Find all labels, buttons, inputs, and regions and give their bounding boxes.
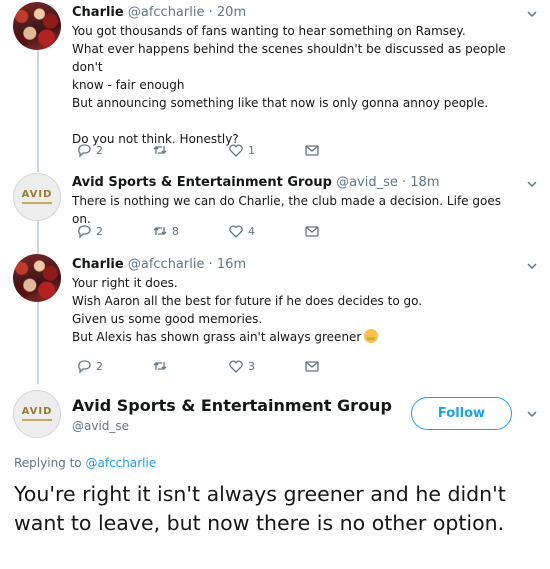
like-count: 3 [248,359,255,373]
tweet-line: Given us some good memories. [72,312,263,326]
author-handle[interactable]: @afccharlie [128,257,205,272]
author-handle[interactable]: @avid_se [336,175,398,190]
retweet-icon [153,227,167,235]
timestamp[interactable]: 20m [217,5,246,20]
avatar[interactable]: AVID [13,173,61,221]
logo-underline [22,202,52,204]
like-button[interactable]: 1 [228,140,304,160]
envelope-icon [305,226,319,237]
heart-icon [229,360,243,373]
dm-button[interactable] [304,356,380,376]
dm-button[interactable] [304,221,380,241]
chevron-down-icon[interactable] [526,408,538,420]
tweet-line: But Alexis has shown grass ain't always … [72,328,522,346]
smirk-emoji-icon [364,329,379,343]
avatar[interactable] [13,254,61,302]
reply-count: 2 [96,143,103,157]
tweet-line-text: But Alexis has shown grass ain't always … [72,330,362,344]
tweet-line: Wish Aaron all the best for future if he… [72,294,423,308]
chevron-down-icon[interactable] [526,8,538,20]
avatar[interactable] [13,2,61,50]
follow-button[interactable]: Follow [411,397,512,430]
tweet-header: Avid Sports & Entertainment Group @avid_… [72,175,440,190]
reply-icon [78,225,91,239]
retweet-button[interactable] [152,356,228,376]
dm-button[interactable] [304,140,380,160]
separator-dot: · [402,175,407,190]
author-handle[interactable]: @afccharlie [128,5,205,20]
reply-icon [78,144,91,158]
replying-to: Replying to @afccharlie [14,456,156,470]
main-avatar[interactable]: AVID [13,390,61,438]
replying-prefix: Replying to [14,456,82,470]
like-count: 1 [248,143,255,157]
retweet-button[interactable]: 8 [152,221,228,241]
retweet-icon [153,362,167,370]
separator-dot: · [208,5,213,20]
replying-to-link[interactable]: @afccharlie [85,456,156,470]
reply-button[interactable]: 2 [76,140,152,160]
reply-count: 2 [96,359,103,373]
heart-icon [229,144,243,157]
envelope-icon [305,361,319,372]
main-author-handle[interactable]: @avid_se [72,419,129,433]
timestamp[interactable]: 16m [217,257,246,272]
like-button[interactable]: 4 [228,221,304,241]
retweet-count: 8 [172,224,179,238]
like-button[interactable]: 3 [228,356,304,376]
tweet-line: What ever happens behind the scenes shou… [72,42,506,74]
separator-dot: · [208,257,213,272]
reply-count: 2 [96,224,103,238]
tweet-actions: 2 8 4 [76,221,380,241]
timestamp[interactable]: 18m [410,175,439,190]
author-name[interactable]: Avid Sports & Entertainment Group [72,175,332,190]
reply-icon [78,360,91,374]
tweet-actions: 2 3 [76,356,380,376]
tweet-charlie-1[interactable]: Charlie @afccharlie · 20m You got thousa… [0,0,550,170]
chevron-down-icon[interactable] [526,178,538,190]
like-count: 4 [248,224,255,238]
tweet-line: Your right it does. [72,276,178,290]
tweet-charlie-2[interactable]: Charlie @afccharlie · 16m Your right it … [0,252,550,382]
avid-logo: AVID [21,406,53,417]
chevron-down-icon[interactable] [526,260,538,272]
author-name[interactable]: Charlie [72,5,124,20]
envelope-icon [305,145,319,156]
logo-underline [22,419,52,421]
tweet-text: Your right it does. Wish Aaron all the b… [72,274,522,346]
tweet-avid-1[interactable]: AVID Avid Sports & Entertainment Group @… [0,170,550,250]
retweet-icon [153,146,167,154]
retweet-button[interactable] [152,140,228,160]
author-name[interactable]: Charlie [72,257,124,272]
heart-icon [229,225,243,238]
reply-button[interactable]: 2 [76,221,152,241]
tweet-line: But announcing something like that now i… [72,96,489,110]
main-tweet-text: You're right it isn't always greener and… [14,482,506,535]
tweet-header: Charlie @afccharlie · 16m [72,257,246,272]
tweet-line: You got thousands of fans wanting to hea… [72,24,466,38]
tweet-text: You got thousands of fans wanting to hea… [72,22,522,148]
avid-logo: AVID [21,189,53,200]
reply-button[interactable]: 2 [76,356,152,376]
tweet-line: know - fair enough [72,78,185,92]
tweet-actions: 2 1 [76,140,380,160]
main-author-name[interactable]: Avid Sports & Entertainment Group [72,396,392,415]
tweet-header: Charlie @afccharlie · 20m [72,5,246,20]
